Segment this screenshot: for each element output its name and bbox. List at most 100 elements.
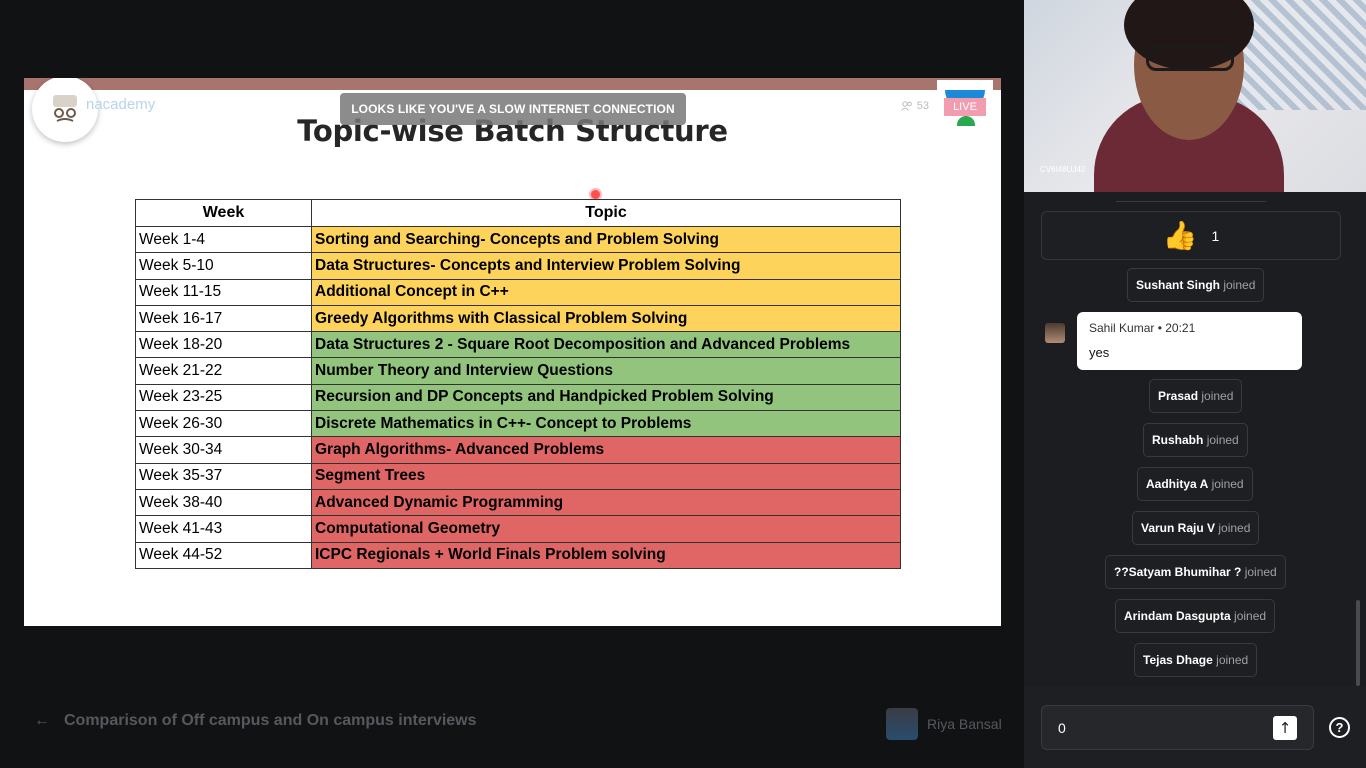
topic-cell: ICPC Regionals + World Finals Problem so… — [311, 541, 901, 569]
join-suffix: joined — [1218, 521, 1251, 535]
slide-top-bar — [24, 78, 1001, 90]
table-row: Week 30-34 Graph Algorithms- Advanced Pro… — [135, 436, 901, 464]
video-id-label: CV6I48UJ42 — [1040, 165, 1086, 174]
batch-structure-table: Week Topic Week 1-4 Sorting and Searching… — [135, 199, 901, 569]
arrow-left-icon: ← — [34, 712, 50, 729]
message-time: 20:21 — [1165, 321, 1196, 335]
topic-cell: Recursion and DP Concepts and Handpicked… — [311, 383, 901, 412]
join-notification: Arindam Dasgupta joined — [1115, 599, 1276, 633]
viewer-count: 53 — [900, 100, 929, 112]
topic-cell: Discrete Mathematics in C++- Concept to … — [311, 410, 901, 438]
viewer-count-value: 53 — [916, 100, 929, 112]
week-cell: Week 38-40 — [135, 488, 312, 517]
table-row: Week 35-37 Segment Trees — [135, 462, 901, 490]
table-header-row: Week Topic — [135, 199, 901, 227]
people-icon — [900, 101, 912, 111]
chat-message: Sahil Kumar • 20:21 yes — [1077, 312, 1302, 370]
help-button[interactable]: ? — [1329, 717, 1350, 738]
join-user-name: Arindam Dasgupta — [1124, 609, 1231, 623]
topic-cell: Computational Geometry — [311, 515, 901, 543]
join-suffix: joined — [1223, 278, 1256, 292]
educator-video: CV6I48UJ42 — [1024, 0, 1366, 192]
topic-cell: Number Theory and Interview Questions — [311, 357, 901, 385]
educator-info[interactable]: Riya Bansal — [886, 708, 1002, 740]
right-panel: CV6I48UJ42 👍 1 Sahil Kumar • 20:21 yes ↑… — [1024, 0, 1366, 768]
week-cell: Week 26-30 — [135, 410, 312, 438]
join-notification: Rushabh joined — [1143, 423, 1248, 457]
previous-lesson-link[interactable]: ← Comparison of Off campus and On campus… — [34, 712, 477, 730]
table-row: Week 23-25 Recursion and DP Concepts and … — [135, 383, 901, 412]
week-cell: Week 5-10 — [135, 252, 312, 280]
send-button[interactable]: ↑ — [1273, 716, 1297, 740]
topic-cell: Sorting and Searching- Concepts and Prob… — [311, 225, 901, 254]
join-notification: Prasad joined — [1149, 379, 1243, 413]
presentation-slide: nacademy 53 LIVE Topic-wise Batch Struct… — [24, 78, 1001, 626]
join-suffix: joined — [1244, 565, 1277, 579]
table-row: Week 1-4 Sorting and Searching- Concepts … — [135, 225, 901, 254]
brand-watermark: nacademy — [86, 96, 156, 113]
table-row: Week 5-10 Data Structures- Concepts and I… — [135, 252, 901, 280]
week-cell: Week 41-43 — [135, 515, 312, 543]
reaction-summary[interactable]: 👍 1 — [1041, 211, 1341, 260]
join-notification: Varun Raju V joined — [1132, 511, 1260, 545]
header-week: Week — [135, 199, 312, 227]
chat-divider — [1116, 201, 1266, 202]
week-cell: Week 35-37 — [135, 462, 312, 490]
week-cell: Week 21-22 — [135, 357, 312, 385]
table-row: Week 38-40 Advanced Dynamic Programming — [135, 488, 901, 517]
join-user-name: Aadhitya A — [1146, 477, 1209, 491]
week-cell: Week 1-4 — [135, 225, 312, 254]
table-row: Week 41-43 Computational Geometry — [135, 515, 901, 543]
week-cell: Week 18-20 — [135, 331, 312, 359]
topic-cell: Advanced Dynamic Programming — [311, 488, 901, 517]
table-row: Week 18-20 Data Structures 2 - Square Roo… — [135, 331, 901, 359]
topic-cell: Data Structures 2 - Square Root Decompos… — [311, 331, 901, 359]
header-topic: Topic — [311, 199, 901, 227]
join-user-name: Sushant Singh — [1136, 278, 1220, 292]
table-row: Week 44-52 ICPC Regionals + World Finals … — [135, 541, 901, 569]
topic-cell: Data Structures- Concepts and Interview … — [311, 252, 901, 280]
week-cell: Week 23-25 — [135, 383, 312, 412]
topic-cell: Additional Concept in C++ — [311, 278, 901, 306]
table-row: Week 21-22 Number Theory and Interview Qu… — [135, 357, 901, 385]
message-author: Sahil Kumar — [1089, 321, 1155, 335]
reaction-count: 1 — [1211, 227, 1220, 244]
topic-cell: Graph Algorithms- Advanced Problems — [311, 436, 901, 464]
join-suffix: joined — [1201, 389, 1234, 403]
week-cell: Week 44-52 — [135, 541, 312, 569]
topic-cell: Greedy Algorithms with Classical Problem… — [311, 304, 901, 333]
laser-pointer — [591, 190, 600, 199]
sahil-kumar-avatar — [1045, 323, 1065, 343]
join-notification: Aadhitya A joined — [1137, 467, 1253, 501]
join-user-name: Tejas Dhage — [1143, 653, 1213, 667]
main-stage: nacademy 53 LIVE Topic-wise Batch Struct… — [0, 0, 1024, 768]
slow-connection-toast: LOOKS LIKE YOU'VE A SLOW INTERNET CONNEC… — [340, 93, 686, 125]
join-notification: Sushant Singh joined — [1127, 268, 1265, 302]
video-person-glasses — [1146, 45, 1234, 71]
educator-name: Riya Bansal — [927, 716, 1002, 732]
week-cell: Week 11-15 — [135, 278, 312, 306]
table-row: Week 16-17 Greedy Algorithms with Classic… — [135, 304, 901, 333]
arrow-up-icon: ↑ — [1278, 719, 1292, 737]
join-suffix: joined — [1211, 477, 1244, 491]
educator-avatar — [886, 708, 918, 740]
join-suffix: joined — [1206, 433, 1239, 447]
chat-input-container: ↑ — [1041, 705, 1314, 750]
table-row: Week 26-30 Discrete Mathematics in C++- C… — [135, 410, 901, 438]
join-user-name: ??Satyam Bhumihar ? — [1114, 565, 1242, 579]
table-row: Week 11-15 Additional Concept in C++ — [135, 278, 901, 306]
week-cell: Week 16-17 — [135, 304, 312, 333]
join-notification: ??Satyam Bhumihar ? joined — [1105, 555, 1286, 589]
week-cell: Week 30-34 — [135, 436, 312, 464]
join-suffix: joined — [1216, 653, 1249, 667]
message-text: yes — [1089, 345, 1110, 360]
join-user-name: Prasad — [1158, 389, 1199, 403]
topic-cell: Segment Trees — [311, 462, 901, 490]
thumbs-up-icon: 👍 — [1162, 220, 1198, 251]
chat-scrollbar[interactable] — [1356, 600, 1360, 686]
join-user-name: Rushabh — [1152, 433, 1204, 447]
previous-lesson-title: Comparison of Off campus and On campus i… — [64, 712, 477, 729]
chat-input[interactable] — [1058, 718, 1258, 738]
join-notification: Tejas Dhage joined — [1134, 643, 1258, 677]
join-suffix: joined — [1234, 609, 1267, 623]
